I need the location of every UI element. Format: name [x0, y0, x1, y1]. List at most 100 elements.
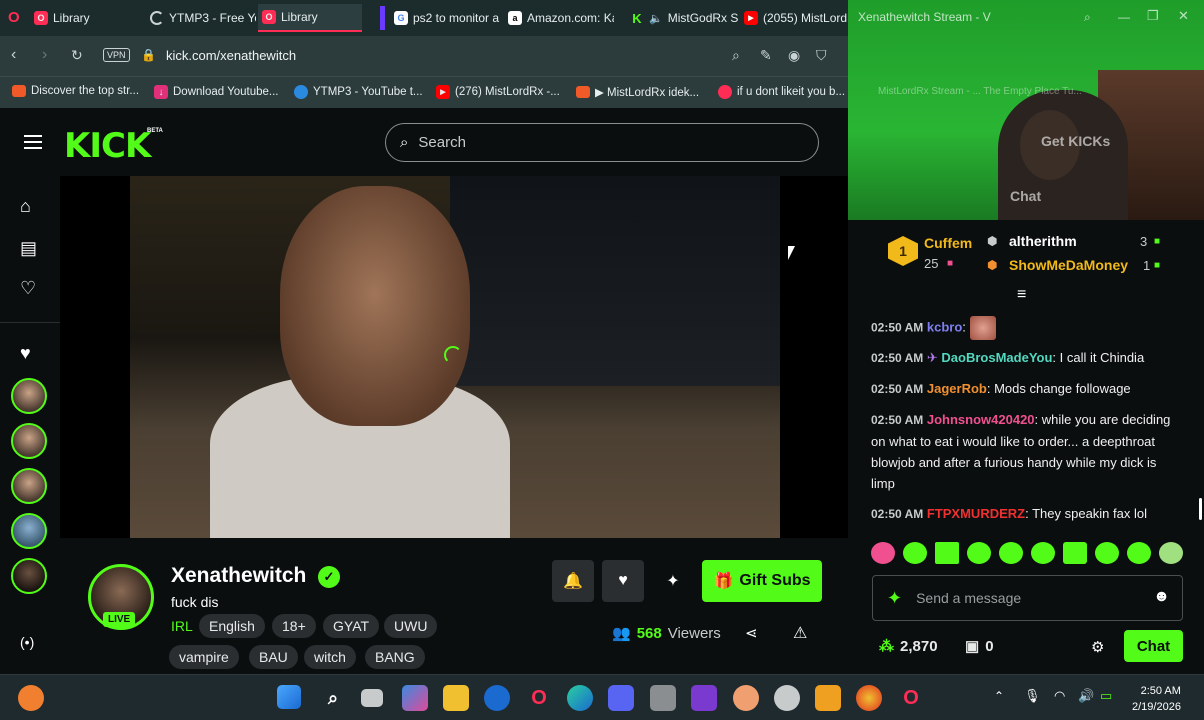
chat-settings-gear-icon[interactable]: ⚙ — [1091, 638, 1104, 656]
emote-icon[interactable] — [903, 542, 927, 564]
leaderboard-name[interactable]: altherithm — [1009, 233, 1077, 249]
leaderboard-name[interactable]: ShowMeDaMoney — [1009, 257, 1128, 273]
tab-amazon[interactable]: a Amazon.com: Ka — [504, 4, 614, 32]
opera-taskbar-icon[interactable]: O — [526, 685, 552, 711]
emoji-picker-icon[interactable]: ☻ — [1153, 588, 1170, 606]
send-chat-button[interactable]: Chat — [1124, 630, 1183, 662]
search-icon[interactable]: ⌕ — [320, 685, 346, 711]
edge-icon[interactable] — [567, 685, 593, 711]
tag-chip[interactable]: witch — [304, 645, 356, 669]
bookmark-item[interactable]: ▶ MistLordRx idek... — [576, 85, 699, 99]
emote-icon[interactable] — [999, 542, 1023, 564]
emote-icon[interactable] — [1159, 542, 1183, 564]
camera-app-icon[interactable] — [650, 685, 676, 711]
follow-heart-button[interactable]: ♥ — [602, 560, 644, 602]
task-view-icon[interactable] — [361, 689, 383, 707]
notification-bell-button[interactable]: 🔔 — [552, 560, 594, 602]
kick-logo[interactable]: KICK — [64, 126, 151, 166]
url-field[interactable]: kick.com/xenathewitch — [166, 48, 296, 63]
report-warning-icon[interactable]: ⚠ — [793, 623, 807, 643]
followed-channel-avatar[interactable] — [11, 558, 47, 594]
back-icon[interactable]: ‹ — [11, 46, 16, 64]
emote-icon[interactable] — [967, 542, 991, 564]
tag-chip[interactable]: BAU — [249, 645, 298, 669]
steam-icon[interactable] — [774, 685, 800, 711]
tab-library-active[interactable]: O Library — [258, 4, 362, 32]
tab-youtube[interactable]: ▶ (2055) MistLordR — [740, 4, 848, 32]
windows-start-icon[interactable] — [277, 685, 301, 709]
wifi-icon[interactable]: ◠ — [1054, 688, 1065, 704]
tray-chevron-icon[interactable]: ⌃ — [994, 689, 1004, 703]
reload-icon[interactable]: ↻ — [71, 47, 83, 64]
emote-icon[interactable] — [1063, 542, 1087, 564]
file-explorer-icon[interactable] — [443, 685, 469, 711]
collapse-sidebar-icon[interactable]: (•) — [20, 634, 34, 650]
emote-icon[interactable] — [871, 542, 895, 564]
bookmark-item[interactable]: if u dont likeit you b... — [718, 85, 845, 99]
microphone-icon[interactable]: 🎙 — [1024, 688, 1041, 704]
video-player[interactable] — [60, 176, 848, 538]
browse-icon[interactable]: ▤ — [20, 238, 37, 259]
battery-icon[interactable]: ▭ — [1100, 688, 1112, 704]
volume-icon[interactable]: 🔊 — [1078, 688, 1094, 704]
shield-icon[interactable]: ⛉ — [816, 47, 827, 64]
followed-channel-avatar[interactable] — [11, 423, 47, 459]
followed-channel-avatar[interactable] — [11, 513, 47, 549]
opera-gx-icon[interactable]: O — [898, 685, 924, 711]
tag-chip[interactable]: BANG — [365, 645, 425, 669]
message-username[interactable]: Johnsnow420420 — [927, 412, 1035, 427]
collapse-pinned-icon[interactable]: ≡ — [1017, 286, 1026, 304]
emote-icon[interactable] — [1095, 542, 1119, 564]
bookmark-item[interactable]: ▶ (276) MistLordRx -... — [436, 85, 560, 99]
discord-icon[interactable] — [608, 685, 634, 711]
tag-chip[interactable]: GYAT — [323, 614, 380, 638]
forward-icon[interactable]: › — [42, 46, 47, 64]
mail-icon[interactable] — [484, 685, 510, 711]
bookmark-item[interactable]: ↓ Download Youtube... — [154, 85, 279, 99]
followed-channel-avatar[interactable] — [11, 468, 47, 504]
tag-chip[interactable]: UWU — [384, 614, 438, 638]
message-username[interactable]: kcbro — [927, 319, 962, 334]
picture-in-picture-window[interactable]: Xenathewitch Stream - V MistLordRx Strea… — [848, 0, 1204, 220]
game-icon[interactable] — [733, 685, 759, 711]
chat-scrollbar[interactable] — [1199, 498, 1202, 520]
emote-icon[interactable] — [1031, 542, 1055, 564]
hamburger-menu-icon[interactable] — [24, 135, 42, 149]
message-username[interactable]: FTPXMURDERZ — [927, 506, 1025, 521]
tab-library-1[interactable]: O Library — [30, 4, 142, 32]
tag-chip[interactable]: vampire — [169, 645, 239, 669]
popup-close-icon[interactable]: ✕ — [1178, 8, 1189, 24]
tag-chip[interactable]: 18+ — [272, 614, 316, 638]
leaderboard-top-name[interactable]: Cuffem — [924, 235, 972, 251]
tab-kick[interactable]: K 🔈 MistGodRx St — [626, 4, 738, 32]
opera-menu-icon[interactable]: O — [8, 9, 20, 26]
tab-ytmp3[interactable]: YTMP3 - Free Yo — [146, 4, 256, 32]
gift-count[interactable]: ▣ 0 — [965, 637, 994, 656]
zoom-icon[interactable]: ⌕ — [732, 47, 740, 64]
edit-icon[interactable]: ✎ — [760, 47, 772, 64]
weather-widget-icon[interactable] — [18, 685, 44, 711]
sparkle-icon[interactable]: ✦ — [887, 588, 902, 609]
emote-icon[interactable] — [1127, 542, 1151, 564]
fl-studio-icon[interactable] — [815, 685, 841, 711]
video-editor-icon[interactable] — [691, 685, 717, 711]
stream-category[interactable]: IRL — [171, 618, 193, 634]
bookmark-item[interactable]: YTMP3 - YouTube t... — [294, 85, 423, 99]
followed-channel-avatar[interactable] — [11, 378, 47, 414]
following-heart-icon[interactable]: ♡ — [20, 278, 36, 299]
sparkle-button[interactable]: ✦ — [652, 560, 694, 602]
gift-subs-button[interactable]: 🎁 Gift Subs — [702, 560, 822, 602]
message-username[interactable]: JagerRob — [927, 381, 987, 396]
camera-icon[interactable]: ◉ — [788, 47, 800, 64]
vpn-badge[interactable]: VPN — [103, 48, 130, 62]
popup-search-icon[interactable]: ⌕ — [1084, 10, 1091, 25]
chat-message-input[interactable]: ✦ Send a message ☻ — [872, 575, 1183, 621]
streamer-name[interactable]: Xenathewitch — [171, 564, 306, 588]
copilot-icon[interactable] — [402, 685, 428, 711]
popup-restore-icon[interactable]: ❐ — [1147, 8, 1159, 24]
emote-icon[interactable] — [935, 542, 959, 564]
popup-minimize-icon[interactable]: — — [1118, 10, 1130, 24]
system-clock[interactable]: 2:50 AM 2/19/2026 — [1132, 683, 1181, 715]
bookmark-item[interactable]: Discover the top str... — [12, 85, 139, 97]
search-input[interactable]: ⌕ Search — [385, 123, 819, 162]
